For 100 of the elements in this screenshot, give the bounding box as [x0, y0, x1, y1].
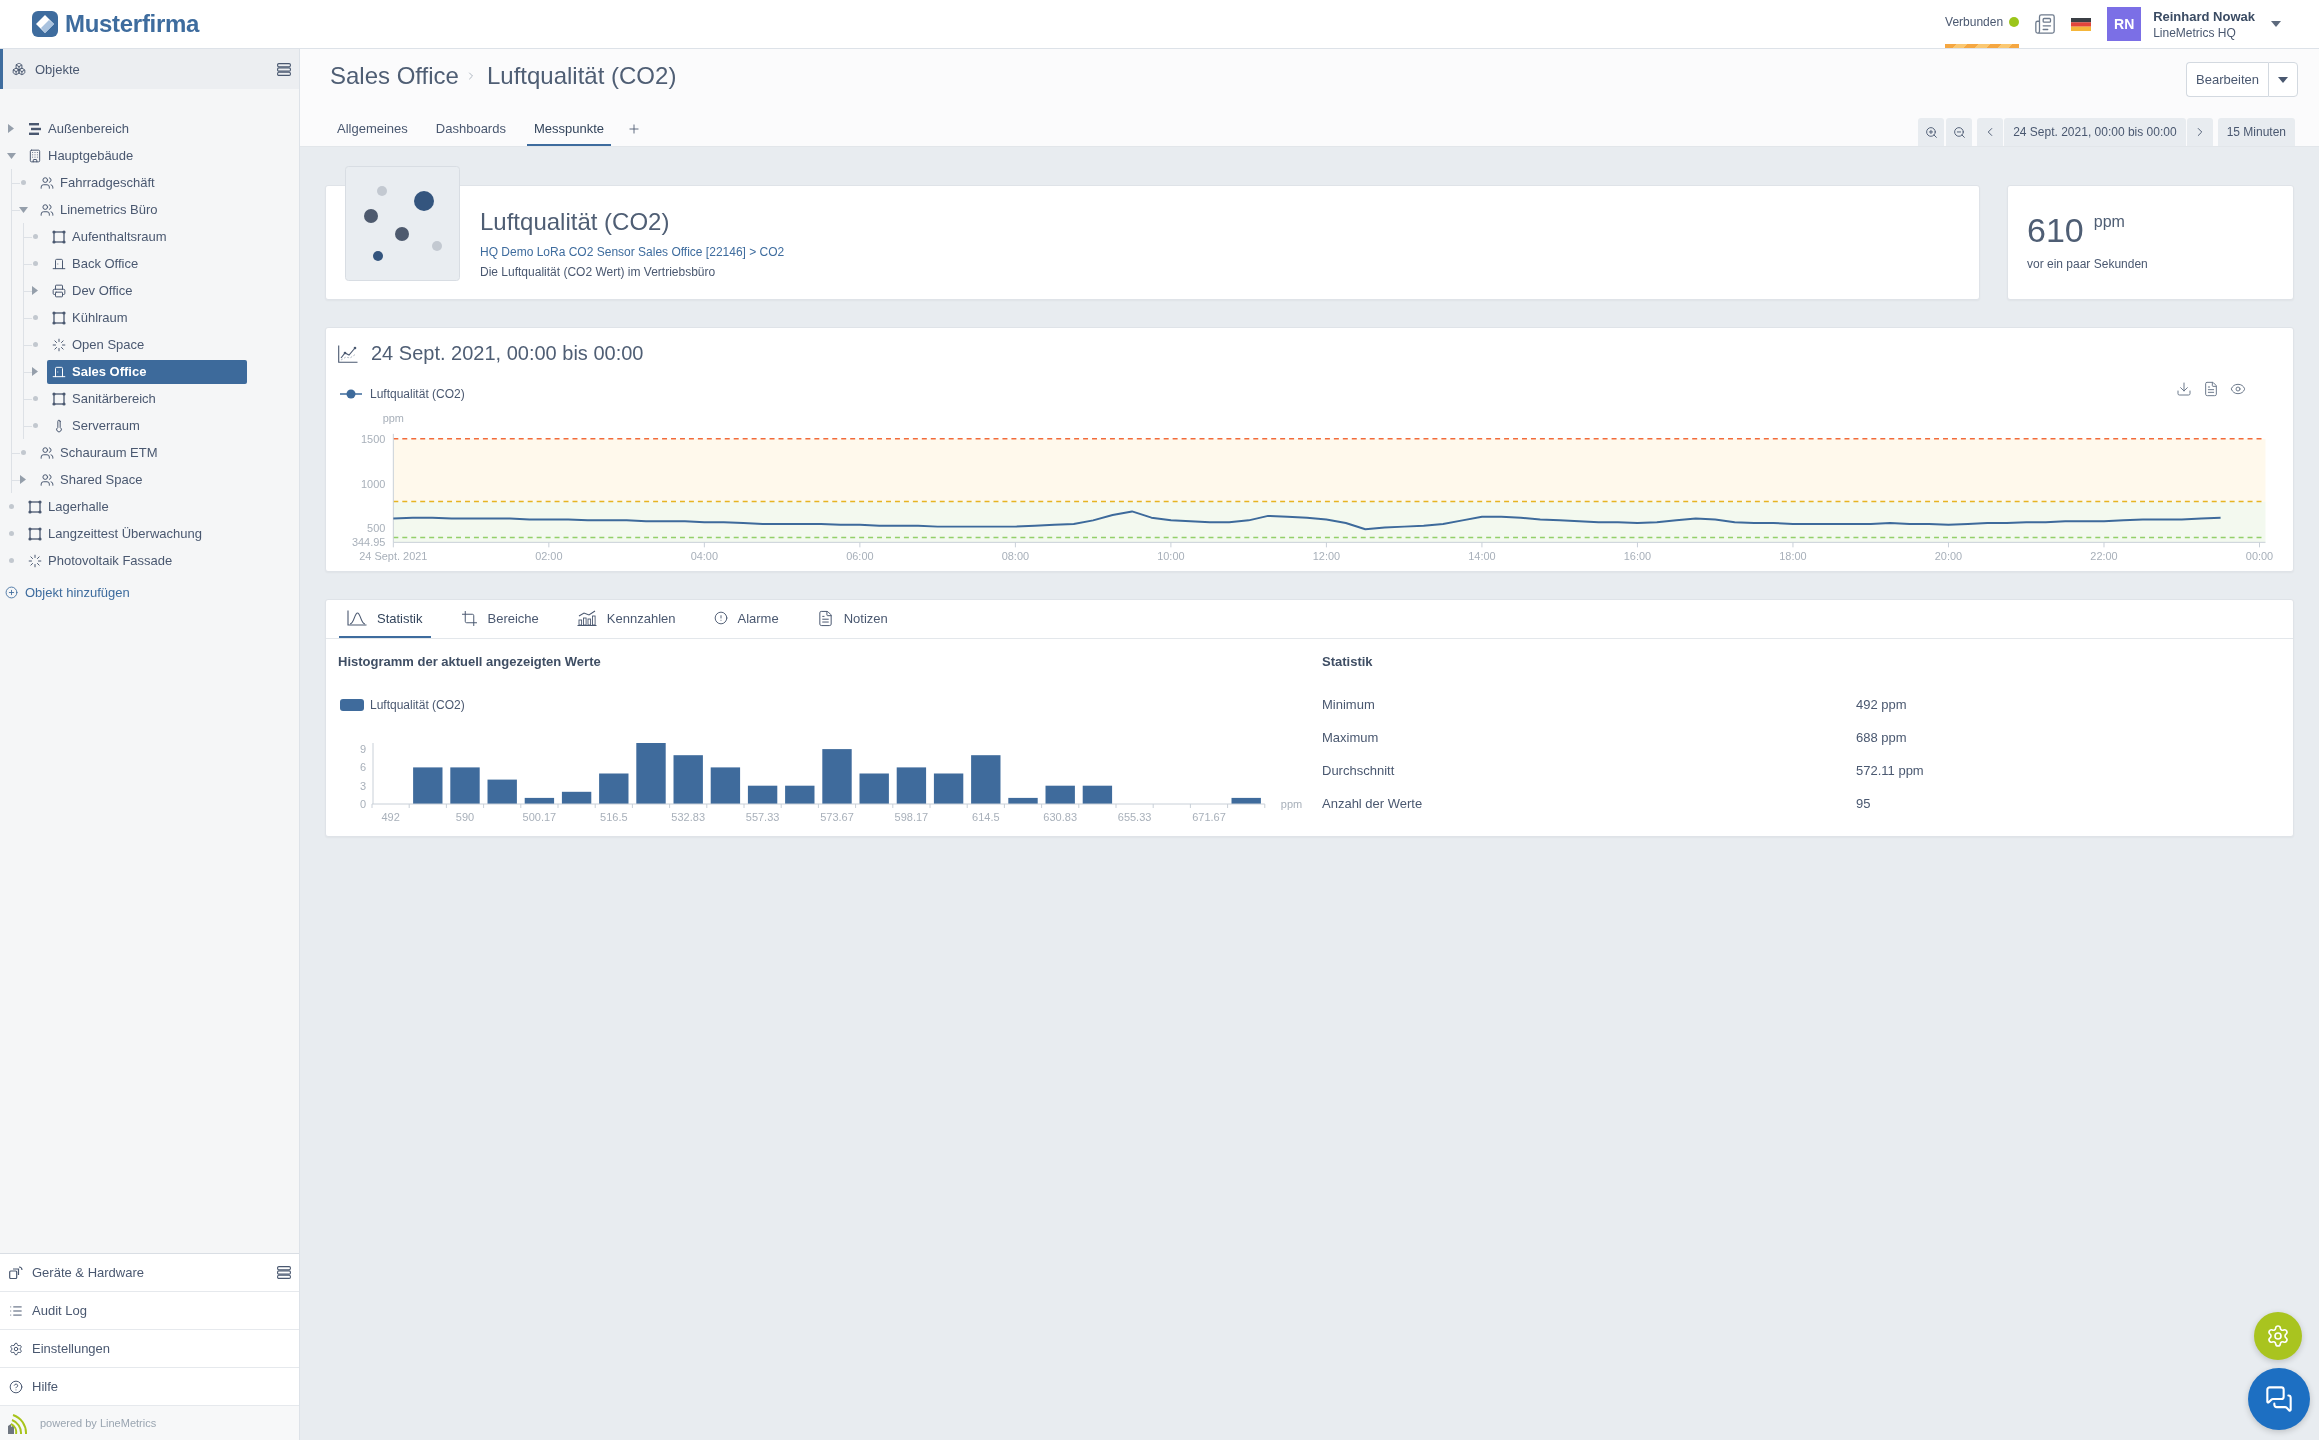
tree-item[interactable]: Dev Office — [47, 278, 138, 303]
add-icon — [5, 586, 18, 599]
histogram-bar — [933, 773, 964, 804]
caret-icon[interactable] — [8, 124, 14, 133]
nav-item[interactable]: Hilfe — [0, 1368, 299, 1406]
edit-button[interactable]: Bearbeiten — [2186, 62, 2268, 97]
tree-item[interactable]: Kühlraum — [47, 305, 133, 330]
histogram-title: Histogramm der aktuell angezeigten Werte — [338, 653, 602, 671]
legend-label: Luftqualität (CO2) — [370, 698, 465, 712]
histogram-bar — [487, 779, 517, 804]
zoom-out-button[interactable] — [1946, 118, 1973, 146]
tree-item[interactable]: Linemetrics Büro — [35, 197, 163, 222]
settings-button[interactable] — [2254, 1312, 2302, 1360]
axis-label: 20:00 — [1934, 550, 1963, 563]
chat-button[interactable] — [2248, 1368, 2310, 1430]
caret-icon[interactable] — [6, 152, 16, 159]
tab[interactable]: Allgemeines — [330, 112, 415, 146]
line-chart-icon — [338, 344, 358, 363]
printer-icon — [52, 283, 66, 298]
logo-icon — [32, 11, 58, 37]
sensor-link[interactable]: HQ Demo LoRa CO2 Sensor Sales Office [22146] > CO2 — [480, 244, 785, 260]
tree-item[interactable]: Außenbereich — [23, 116, 134, 141]
bars-icon — [28, 122, 42, 135]
tab[interactable]: Messpunkte — [526, 112, 612, 146]
tree-item[interactable]: Photovoltaik Fassade — [23, 548, 178, 573]
tree-item[interactable]: Sales Office — [47, 359, 247, 384]
tab[interactable]: Bereiche — [452, 600, 547, 638]
flag-icon[interactable] — [2071, 17, 2092, 31]
tree-item[interactable]: Sanitärbereich — [47, 386, 161, 411]
caret-icon[interactable] — [2271, 21, 2281, 27]
axis-label: 590 — [455, 811, 475, 823]
status-label: Verbunden — [1945, 15, 2004, 29]
page-title: Luftqualität (CO2) — [486, 61, 677, 91]
tab[interactable]: Dashboards — [428, 112, 513, 146]
tree-item[interactable]: Lagerhalle — [23, 494, 114, 519]
tab[interactable]: Notizen — [808, 600, 896, 638]
legend-swatch-icon — [340, 699, 364, 711]
date-range-button[interactable]: 24 Sept. 2021, 00:00 bis 00:00 — [2004, 118, 2186, 146]
axis-label: 00:00 — [2245, 550, 2274, 563]
help-icon — [9, 1379, 23, 1394]
breadcrumb-link[interactable]: Sales Office — [330, 61, 459, 91]
axis-label: 0 — [359, 798, 366, 810]
caret-icon[interactable] — [32, 286, 38, 295]
zoom-in-button[interactable] — [1918, 118, 1945, 146]
tab[interactable]: Alarme — [705, 600, 787, 638]
caret-icon[interactable] — [20, 475, 26, 484]
histogram-bar — [1008, 797, 1038, 804]
tab[interactable]: Statistik — [339, 600, 431, 638]
histogram-bar — [896, 767, 927, 804]
interval-button[interactable]: 15 Minuten — [2217, 118, 2295, 146]
tree-item[interactable]: Hauptgebäude — [23, 143, 139, 168]
tree-item[interactable]: Langzeittest Überwachung — [23, 521, 207, 546]
list-icon — [9, 1303, 23, 1318]
stat-label: Maximum — [1322, 730, 1380, 745]
newspaper-icon[interactable] — [2034, 13, 2057, 35]
tree-item[interactable]: Back Office — [47, 251, 144, 276]
user-avatar[interactable]: RN — [2107, 7, 2142, 41]
section-header[interactable]: Objekte — [0, 49, 299, 89]
menu-icon[interactable] — [277, 62, 291, 76]
nav-item[interactable]: Geräte & Hardware — [0, 1254, 299, 1292]
frame-icon — [52, 391, 66, 406]
dropdown-button[interactable] — [2268, 62, 2298, 97]
axis-label: 573.67 — [820, 811, 854, 823]
axis-label: 598.17 — [894, 811, 929, 823]
histogram-bar — [524, 797, 555, 804]
zoom-in-icon — [1924, 125, 1938, 139]
datapoint-description: Die Luftqualität (CO2 Wert) im Vertriebsbüro — [480, 264, 717, 280]
nav-item[interactable]: Audit Log — [0, 1292, 299, 1330]
tree-item[interactable]: Serverraum — [47, 413, 145, 438]
people-icon — [40, 175, 54, 190]
caret-icon[interactable] — [18, 206, 28, 213]
tree-item[interactable]: Aufenthaltsraum — [47, 224, 172, 249]
nav-item[interactable]: Einstellungen — [0, 1330, 299, 1368]
tree-item[interactable]: Schauraum ETM — [35, 440, 163, 465]
tree-item[interactable]: Fahrradgeschäft — [35, 170, 160, 195]
legend-label: Luftqualität (CO2) — [370, 386, 465, 401]
tree-item[interactable]: Shared Space — [35, 467, 148, 492]
download-icon[interactable] — [2176, 380, 2192, 397]
settings-icon — [9, 1341, 23, 1356]
section-title: Objekte — [35, 61, 80, 77]
tree-item[interactable]: Open Space — [47, 332, 150, 357]
add-object-link[interactable]: Objekt hinzufügen — [5, 579, 130, 606]
axis-label: 1500 — [361, 432, 386, 445]
axis-label: 500.17 — [522, 811, 557, 823]
value-unit: ppm — [2093, 213, 2125, 231]
add-icon[interactable] — [627, 122, 642, 136]
histogram-bar — [450, 767, 480, 804]
histogram-bar — [822, 749, 852, 804]
caret-icon[interactable] — [32, 367, 38, 376]
rays-icon — [52, 337, 66, 352]
axis-label: 630.83 — [1043, 811, 1078, 823]
value-age: vor ein paar Sekunden — [2027, 257, 2149, 271]
rays-icon — [28, 553, 42, 568]
axis-label: 492 — [381, 811, 400, 823]
tab[interactable]: Kennzahlen — [568, 600, 684, 638]
footer-text: powered by LineMetrics — [40, 1417, 157, 1429]
document-icon[interactable] — [2203, 380, 2219, 397]
axis-label: 14:00 — [1468, 550, 1496, 563]
menu-icon[interactable] — [277, 1266, 291, 1279]
histogram-bar — [673, 755, 703, 804]
